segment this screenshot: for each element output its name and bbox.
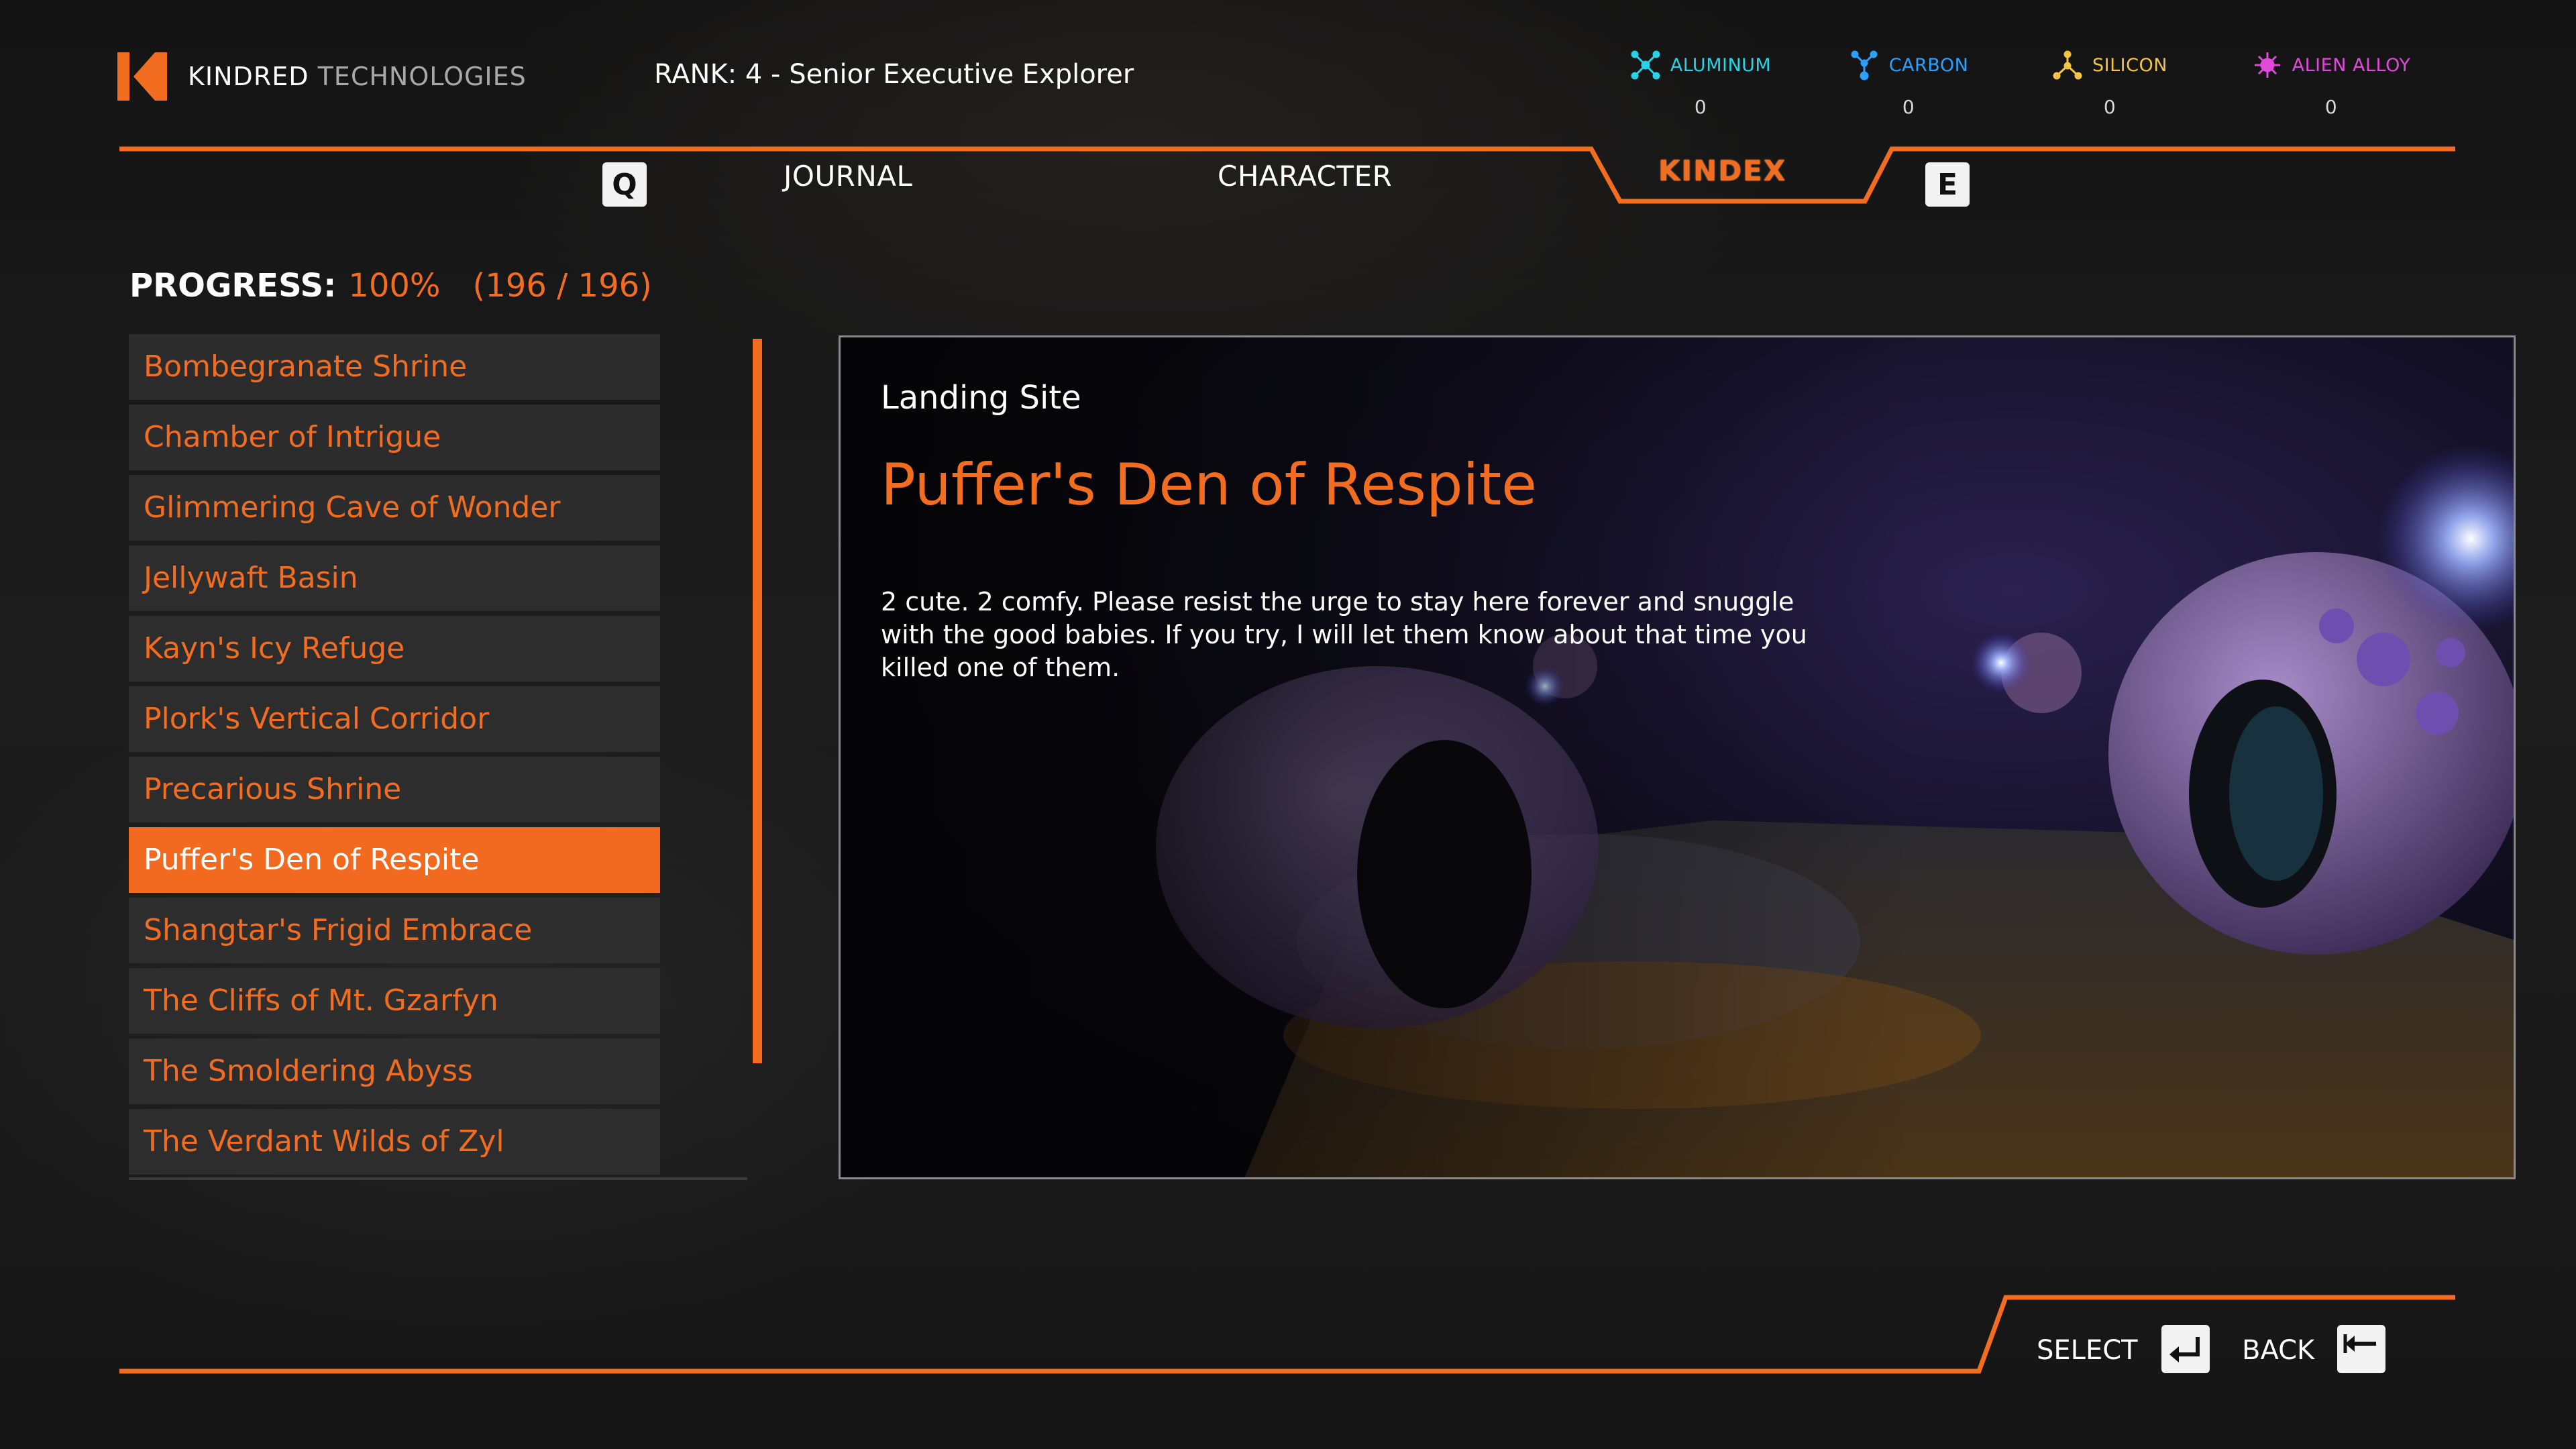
backspace-key-icon <box>2343 1334 2376 1353</box>
next-tab-key-e[interactable]: E <box>1925 162 1970 207</box>
list-item[interactable]: Jellywaft Basin <box>129 545 660 611</box>
list-item-selected[interactable]: Puffer's Den of Respite <box>129 827 660 893</box>
list-divider <box>129 1177 747 1180</box>
enter-key-icon <box>2169 1337 2200 1362</box>
progress-summary: PROGRESS: 100% (196 / 196) <box>129 267 652 305</box>
progress-percent: 100% <box>348 267 441 305</box>
tab-kindex[interactable]: KINDEX <box>1658 154 1786 187</box>
kindex-location-list: Bombegranate Shrine Chamber of Intrigue … <box>129 334 660 1179</box>
progress-label: PROGRESS: <box>129 267 337 305</box>
list-scrollbar[interactable] <box>753 339 762 1063</box>
progress-count: (196 / 196) <box>472 267 652 305</box>
list-item[interactable]: Shangtar's Frigid Embrace <box>129 898 660 963</box>
location-description: 2 cute. 2 comfy. Please resist the urge … <box>881 587 1807 682</box>
select-label: SELECT <box>2037 1335 2138 1366</box>
list-item[interactable]: Plork's Vertical Corridor <box>129 686 660 752</box>
tab-character[interactable]: CHARACTER <box>1218 160 1392 193</box>
list-item[interactable]: The Verdant Wilds of Zyl <box>129 1109 660 1175</box>
list-item[interactable]: Glimmering Cave of Wonder <box>129 475 660 541</box>
prev-tab-key-q[interactable]: Q <box>602 162 647 207</box>
list-item[interactable]: Precarious Shrine <box>129 757 660 822</box>
location-category: Landing Site <box>881 379 1081 417</box>
list-item[interactable]: Bombegranate Shrine <box>129 334 660 400</box>
list-item[interactable]: Kayn's Icy Refuge <box>129 616 660 682</box>
back-label: BACK <box>2242 1335 2315 1366</box>
list-item[interactable]: Chamber of Intrigue <box>129 405 660 470</box>
tab-bar-frame <box>119 146 2455 204</box>
select-button[interactable] <box>2161 1325 2210 1373</box>
list-item[interactable]: The Cliffs of Mt. Gzarfyn <box>129 968 660 1034</box>
back-button[interactable] <box>2337 1325 2385 1373</box>
detail-panel: Landing Site Puffer's Den of Respite 2 c… <box>839 335 2516 1179</box>
tab-journal[interactable]: JOURNAL <box>784 160 912 193</box>
list-item[interactable]: The Smoldering Abyss <box>129 1038 660 1104</box>
location-title: Puffer's Den of Respite <box>881 451 1538 519</box>
